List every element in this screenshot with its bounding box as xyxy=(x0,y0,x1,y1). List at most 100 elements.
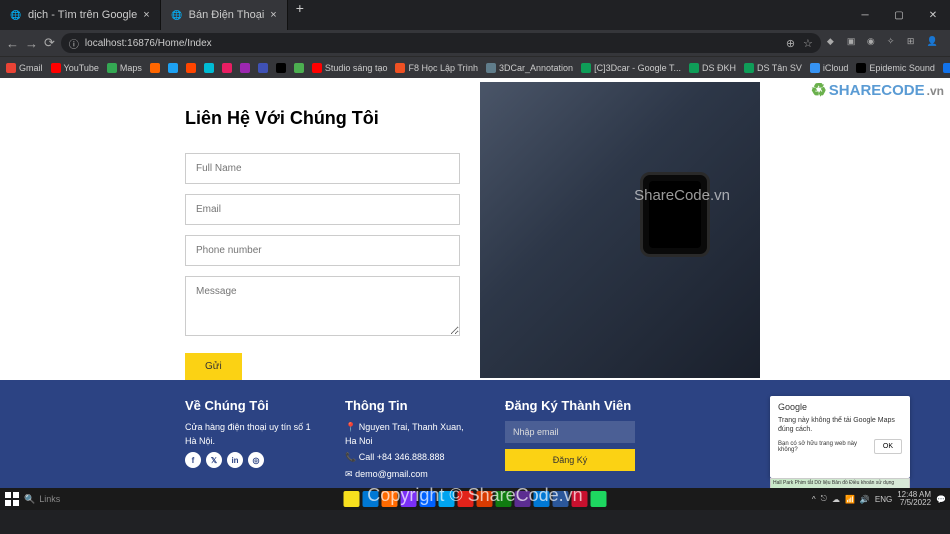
app-icon[interactable] xyxy=(344,491,360,507)
bookmark-icon xyxy=(810,63,820,73)
translate-icon[interactable]: ⊕ xyxy=(786,37,795,50)
app-icon[interactable] xyxy=(591,491,607,507)
bookmark-item[interactable] xyxy=(204,63,214,73)
bookmark-item[interactable] xyxy=(294,63,304,73)
bookmark-label: Gmail xyxy=(19,63,43,73)
sharecode-logo: ♻ SHARECODE.vn xyxy=(811,80,944,101)
bookmark-item[interactable] xyxy=(150,63,160,73)
bookmark-icon xyxy=(107,63,117,73)
smartwatch-image xyxy=(640,172,710,257)
tray-icon[interactable]: ⎋ xyxy=(821,494,827,504)
forward-button[interactable]: → xyxy=(25,36,38,51)
mail-icon: ✉ xyxy=(345,469,353,479)
bookmark-item[interactable]: Epidemic Sound xyxy=(856,63,935,73)
ext-icon[interactable]: ✧ xyxy=(887,36,901,50)
ext-icon[interactable]: ◆ xyxy=(827,36,841,50)
tab-title: dịch - Tìm trên Google xyxy=(28,9,137,21)
bookmark-item[interactable]: Gmail xyxy=(6,63,43,73)
profile-icon[interactable]: 👤 xyxy=(927,36,941,50)
bookmark-item[interactable] xyxy=(240,63,250,73)
globe-icon: 🌐 xyxy=(171,9,183,21)
bookmark-icon xyxy=(204,63,214,73)
volume-icon[interactable]: 🔊 xyxy=(860,495,870,504)
globe-icon: 🌐 xyxy=(10,9,22,21)
facebook-icon[interactable]: f xyxy=(185,452,201,468)
image-watermark: ShareCode.vn xyxy=(634,187,730,204)
bookmark-label: iCloud xyxy=(823,63,849,73)
instagram-icon[interactable]: ◎ xyxy=(248,452,264,468)
clock[interactable]: 12:48 AM 7/5/2022 xyxy=(897,491,931,507)
bookmark-item[interactable]: DS Tân SV xyxy=(744,63,802,73)
ext-icon[interactable]: ▣ xyxy=(847,36,861,50)
bookmark-item[interactable] xyxy=(258,63,268,73)
map-google-label: Google xyxy=(778,402,902,412)
reload-button[interactable]: ⟳ xyxy=(44,35,55,51)
minimize-button[interactable]: ─ xyxy=(848,10,882,21)
address-bar[interactable]: ⓘ localhost:16876/Home/Index ⊕ ☆ xyxy=(61,33,821,53)
bookmark-item[interactable]: DS ĐKH xyxy=(689,63,736,73)
bookmark-item[interactable]: iCloud xyxy=(810,63,849,73)
ext-icon[interactable]: ◉ xyxy=(867,36,881,50)
info-icon: ⓘ xyxy=(69,36,79,51)
bookmark-label: [C]3Dcar - Google T... xyxy=(594,63,681,73)
bookmark-item[interactable]: 3DCar_Annotation xyxy=(486,63,573,73)
bookmark-icon xyxy=(744,63,754,73)
bookmark-item[interactable]: YouTube xyxy=(51,63,99,73)
bookmark-item[interactable] xyxy=(168,63,178,73)
notification-icon[interactable]: 💬 xyxy=(936,495,946,504)
bookmark-item[interactable]: Maps xyxy=(107,63,142,73)
bookmark-icon xyxy=(51,63,61,73)
close-icon[interactable]: × xyxy=(270,9,276,21)
search-icon: 🔍 xyxy=(24,494,35,505)
contact-section: Liên Hệ Với Chúng Tôi Gửi ShareCode.vn xyxy=(0,78,950,380)
star-icon[interactable]: ☆ xyxy=(803,37,813,50)
bookmark-item[interactable]: Freepik xyxy=(943,63,950,73)
ext-icon[interactable]: ⊞ xyxy=(907,36,921,50)
bookmark-item[interactable]: F8 Học Lập Trình xyxy=(395,63,478,73)
bookmark-item[interactable]: [C]3Dcar - Google T... xyxy=(581,63,681,73)
new-tab-button[interactable]: + xyxy=(288,0,312,30)
date: 7/5/2022 xyxy=(897,499,931,507)
footer-about-title: Về Chúng Tôi xyxy=(185,398,315,413)
bookmark-item[interactable]: Studio sáng tạo xyxy=(312,63,388,73)
language-icon[interactable]: ENG xyxy=(875,495,892,504)
bookmark-item[interactable] xyxy=(222,63,232,73)
close-icon[interactable]: × xyxy=(143,9,149,21)
maximize-button[interactable]: ▢ xyxy=(882,10,916,21)
register-button[interactable]: Đăng Ký xyxy=(505,449,635,471)
fullname-input[interactable] xyxy=(185,153,460,184)
cloud-icon[interactable]: ☁ xyxy=(832,495,840,504)
start-button[interactable] xyxy=(4,491,20,507)
message-input[interactable] xyxy=(185,276,460,336)
bookmark-icon xyxy=(186,63,196,73)
footer-register-title: Đăng Ký Thành Viên xyxy=(505,398,635,413)
bookmark-label: Epidemic Sound xyxy=(869,63,935,73)
register-email-input[interactable] xyxy=(505,421,635,443)
bookmark-icon xyxy=(294,63,304,73)
url-text: localhost:16876/Home/Index xyxy=(85,38,212,49)
bookmark-icon xyxy=(240,63,250,73)
chevron-up-icon[interactable]: ^ xyxy=(812,495,816,504)
footer-about: Về Chúng Tôi Cửa hàng điện thoại uy tín … xyxy=(185,398,315,480)
phone-input[interactable] xyxy=(185,235,460,266)
email-input[interactable] xyxy=(185,194,460,225)
bookmark-icon xyxy=(486,63,496,73)
browser-tab[interactable]: 🌐 dịch - Tìm trên Google × xyxy=(0,0,161,30)
browser-tab-active[interactable]: 🌐 Bán Điện Thoại × xyxy=(161,0,288,30)
send-button[interactable]: Gửi xyxy=(185,353,242,380)
twitter-icon[interactable]: 𝕏 xyxy=(206,452,222,468)
footer-about-text: Cửa hàng điện thoại uy tín số 1 Hà Nội. xyxy=(185,421,315,448)
tab-title: Bán Điện Thoại xyxy=(189,9,265,21)
map-ok-button[interactable]: OK xyxy=(874,439,902,454)
bookmark-icon xyxy=(689,63,699,73)
close-button[interactable]: ✕ xyxy=(916,10,950,21)
linkedin-icon[interactable]: in xyxy=(227,452,243,468)
bookmark-item[interactable] xyxy=(276,63,286,73)
taskbar-search[interactable]: 🔍 Links xyxy=(24,494,60,505)
footer: Về Chúng Tôi Cửa hàng điện thoại uy tín … xyxy=(0,380,950,488)
search-text: Links xyxy=(39,494,60,504)
bookmark-label: YouTube xyxy=(64,63,99,73)
bookmark-item[interactable] xyxy=(186,63,196,73)
wifi-icon[interactable]: 📶 xyxy=(845,495,855,504)
back-button[interactable]: ← xyxy=(6,36,19,51)
